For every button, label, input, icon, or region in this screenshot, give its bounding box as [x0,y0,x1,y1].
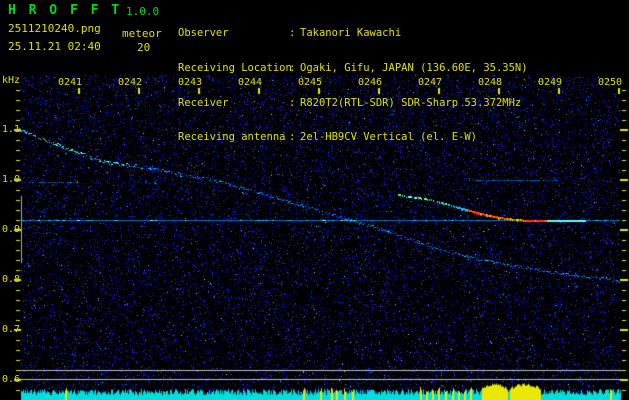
info-row-location: Receiving Location: Ogaki, Gifu, JAPAN (1… [178,61,528,74]
x-tick-label: 0244 [238,77,263,88]
x-tick-label: 0249 [538,77,563,88]
info-label: Receiving antenna [178,131,286,144]
output-filename: 2511210240.png [8,22,101,35]
station-info: Observer: Takanori Kawachi Receiving Loca… [178,4,528,167]
y-tick-label: 0.8 [2,274,21,285]
info-row-observer: Observer: Takanori Kawachi [178,28,528,39]
info-separator: : [289,61,296,74]
info-value: Takanori Kawachi [300,27,402,39]
x-tick-label: 0250 [598,77,623,88]
info-label: Observer [178,27,229,39]
hrofft-window: H R O F F T 1.0.0 2511210240.png meteor … [0,0,629,400]
y-tick-label: 1.1 [2,124,21,135]
x-tick-label: 0245 [298,77,323,88]
app-version: 1.0.0 [126,5,160,18]
x-tick-label: 0242 [118,77,143,88]
datetime-label: 25.11.21 02:40 [8,40,101,53]
echo-count: 20 [137,41,151,54]
info-value: 2el-HB9CV Vertical (el. E-W) [300,131,478,144]
x-tick-label: 0243 [178,77,203,88]
x-tick-label: 0241 [58,77,83,88]
info-label: Receiving Location [178,61,292,74]
info-separator: : [289,27,296,39]
x-tick-label: 0246 [358,77,383,88]
y-tick-label: 0.6 [2,374,21,385]
y-axis-unit-label: kHz [2,75,21,86]
y-tick-label: 1.0 [2,174,21,185]
info-label: Receiver [178,96,229,109]
app-title: H R O F F T [8,3,122,18]
y-tick-label: 0.9 [2,224,21,235]
info-separator: : [289,131,296,144]
mode-label: meteor [122,27,162,40]
x-tick-label: 0248 [478,77,503,88]
info-row-antenna: Receiving antenna:2el-HB9CV Vertical (el… [178,132,528,143]
info-value: R820T2(RTL-SDR) SDR-Sharp 53.372MHz [300,96,522,109]
y-tick-label: 0.7 [2,324,21,335]
info-value: Ogaki, Gifu, JAPAN (136.60E, 35.35N) [300,61,528,74]
x-tick-label: 0247 [418,77,443,88]
info-row-receiver: Receiver: R820T2(RTL-SDR) SDR-Sharp 53.37… [178,96,528,109]
info-separator: : [289,96,296,109]
